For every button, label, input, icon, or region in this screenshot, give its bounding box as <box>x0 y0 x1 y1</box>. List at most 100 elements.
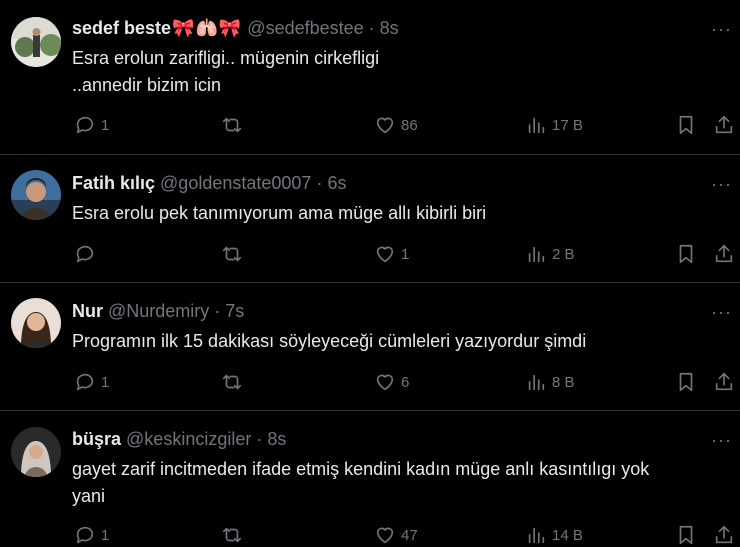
share-icon <box>715 525 733 544</box>
retweet-button[interactable] <box>221 371 248 393</box>
retweet-icon <box>222 246 242 262</box>
reply-icon <box>76 245 94 263</box>
tweet-text-line: Programın ilk 15 dakikası söyleyeceği cü… <box>72 331 587 351</box>
views-icon <box>528 117 545 134</box>
retweet-button[interactable] <box>221 114 248 136</box>
reply-count: 1 <box>101 373 110 391</box>
bookmark-icon <box>679 115 693 135</box>
author-handle[interactable]: @sedefbestee <box>247 18 363 39</box>
share-icon <box>715 372 733 391</box>
heart-icon <box>376 117 394 134</box>
author-name[interactable]: büşra <box>72 429 121 450</box>
views-count: 2 B <box>552 245 575 263</box>
views-button[interactable]: 17 B <box>525 114 583 136</box>
views-count: 14 B <box>552 526 583 544</box>
action-bar: 1 2 B <box>0 243 740 267</box>
action-bar: 1 47 14 B <box>0 524 740 547</box>
like-button[interactable]: 6 <box>374 371 409 393</box>
share-icon <box>715 115 733 134</box>
like-count: 6 <box>401 373 410 391</box>
separator: · <box>256 429 263 449</box>
author-handle[interactable]: @goldenstate0007 <box>160 173 311 194</box>
views-button[interactable]: 14 B <box>525 524 583 546</box>
bookmark-button[interactable] <box>675 243 697 265</box>
like-button[interactable]: 1 <box>374 243 409 265</box>
share-button[interactable] <box>713 371 735 393</box>
share-button[interactable] <box>713 243 735 265</box>
bookmark-icon <box>679 372 693 392</box>
retweet-icon <box>222 527 242 543</box>
like-button[interactable]: 86 <box>374 114 418 136</box>
author-emoji: 🎀🫁🎀 <box>172 18 243 38</box>
more-icon[interactable]: ··· <box>711 20 732 38</box>
views-icon <box>528 246 545 263</box>
share-button[interactable] <box>713 114 735 136</box>
bookmark-button[interactable] <box>675 371 697 393</box>
views-icon <box>528 527 545 544</box>
views-button[interactable]: 8 B <box>525 371 575 393</box>
tweet[interactable]: Nur @Nurdemiry · 7s ··· Programın ilk 15… <box>0 283 740 411</box>
bookmark-button[interactable] <box>675 524 697 546</box>
heart-icon <box>376 374 394 391</box>
bookmark-button[interactable] <box>675 114 697 136</box>
avatar[interactable] <box>11 427 61 477</box>
retweet-button[interactable] <box>221 243 248 265</box>
separator: · <box>316 173 323 193</box>
retweet-icon <box>222 374 242 390</box>
reply-button[interactable]: 1 <box>74 524 109 546</box>
avatar[interactable] <box>11 170 61 220</box>
like-count: 86 <box>401 116 418 134</box>
tweet-text: Programın ilk 15 dakikası söyleyeceği cü… <box>72 328 712 355</box>
action-bar: 1 6 8 B <box>0 371 740 395</box>
bookmark-icon <box>679 244 693 264</box>
reply-button[interactable]: 1 <box>74 114 109 136</box>
timestamp[interactable]: 7s <box>225 301 244 322</box>
tweet-text: gayet zarif incitmeden ifade etmiş kendi… <box>72 456 712 510</box>
author-handle[interactable]: @Nurdemiry <box>108 301 209 322</box>
author-handle[interactable]: @keskincizgiler <box>126 429 251 450</box>
timestamp[interactable]: 8s <box>267 429 286 450</box>
more-icon[interactable]: ··· <box>711 431 732 449</box>
retweet-button[interactable] <box>221 524 248 546</box>
avatar[interactable] <box>11 298 61 348</box>
reply-button[interactable] <box>74 243 101 265</box>
reply-button[interactable]: 1 <box>74 371 109 393</box>
author-name[interactable]: Nur <box>72 301 103 322</box>
more-icon[interactable]: ··· <box>711 303 732 321</box>
heart-icon <box>376 246 394 263</box>
author-name[interactable]: sedef beste <box>72 18 171 39</box>
like-count: 1 <box>401 245 410 263</box>
bookmark-icon <box>679 525 693 545</box>
tweet-text-line: ..annedir bizim icin <box>72 75 222 95</box>
tweet-text-line: Esra erolun zarifligi.. mügenin cirkefli… <box>72 48 380 68</box>
author-name[interactable]: Fatih kılıç <box>72 173 155 194</box>
like-count: 47 <box>401 526 418 544</box>
tweet[interactable]: sedef beste 🎀🫁🎀 @sedefbestee · 8s ··· Es… <box>0 0 740 155</box>
tweet-text-line: gayet zarif incitmeden ifade etmiş kendi… <box>72 459 650 479</box>
heart-icon <box>376 527 394 544</box>
tweet-text-line: yani <box>72 486 106 506</box>
tweet[interactable]: büşra @keskincizgiler · 8s ··· gayet zar… <box>0 411 740 547</box>
share-icon <box>715 244 733 263</box>
more-icon[interactable]: ··· <box>711 175 732 193</box>
like-button[interactable]: 47 <box>374 524 418 546</box>
views-count: 17 B <box>552 116 583 134</box>
separator: · <box>214 301 221 321</box>
views-icon <box>528 374 545 391</box>
retweet-icon <box>222 117 242 133</box>
timestamp[interactable]: 6s <box>327 173 346 194</box>
reply-icon <box>76 373 94 391</box>
views-button[interactable]: 2 B <box>525 243 575 265</box>
avatar[interactable] <box>11 17 61 67</box>
views-count: 8 B <box>552 373 575 391</box>
reply-icon <box>76 526 94 544</box>
separator: · <box>368 18 375 38</box>
tweet-text: Esra erolu pek tanımıyorum ama müge allı… <box>72 200 712 227</box>
timestamp[interactable]: 8s <box>380 18 399 39</box>
reply-count: 1 <box>101 116 110 134</box>
tweet[interactable]: Fatih kılıç @goldenstate0007 · 6s ··· Es… <box>0 155 740 283</box>
tweet-text-line: Esra erolu pek tanımıyorum ama müge allı… <box>72 203 487 223</box>
action-bar: 1 86 17 B <box>0 114 740 138</box>
share-button[interactable] <box>713 524 735 546</box>
reply-icon <box>76 116 94 134</box>
